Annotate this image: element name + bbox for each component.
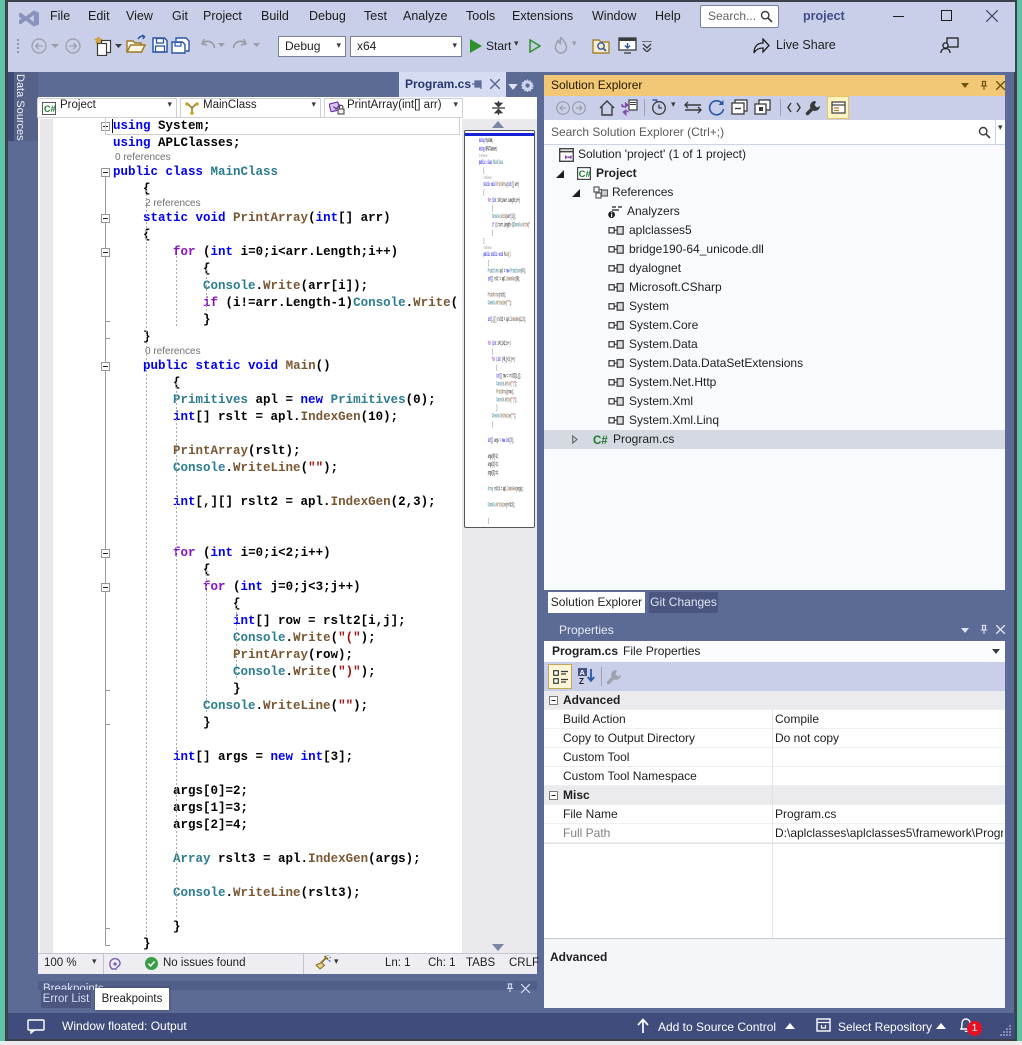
svg-text:C#: C# <box>579 169 591 180</box>
svg-text:A: A <box>580 668 586 677</box>
svg-text:C#: C# <box>44 104 56 114</box>
svg-text:Z: Z <box>579 677 584 685</box>
svg-text:C#: C# <box>593 435 608 446</box>
